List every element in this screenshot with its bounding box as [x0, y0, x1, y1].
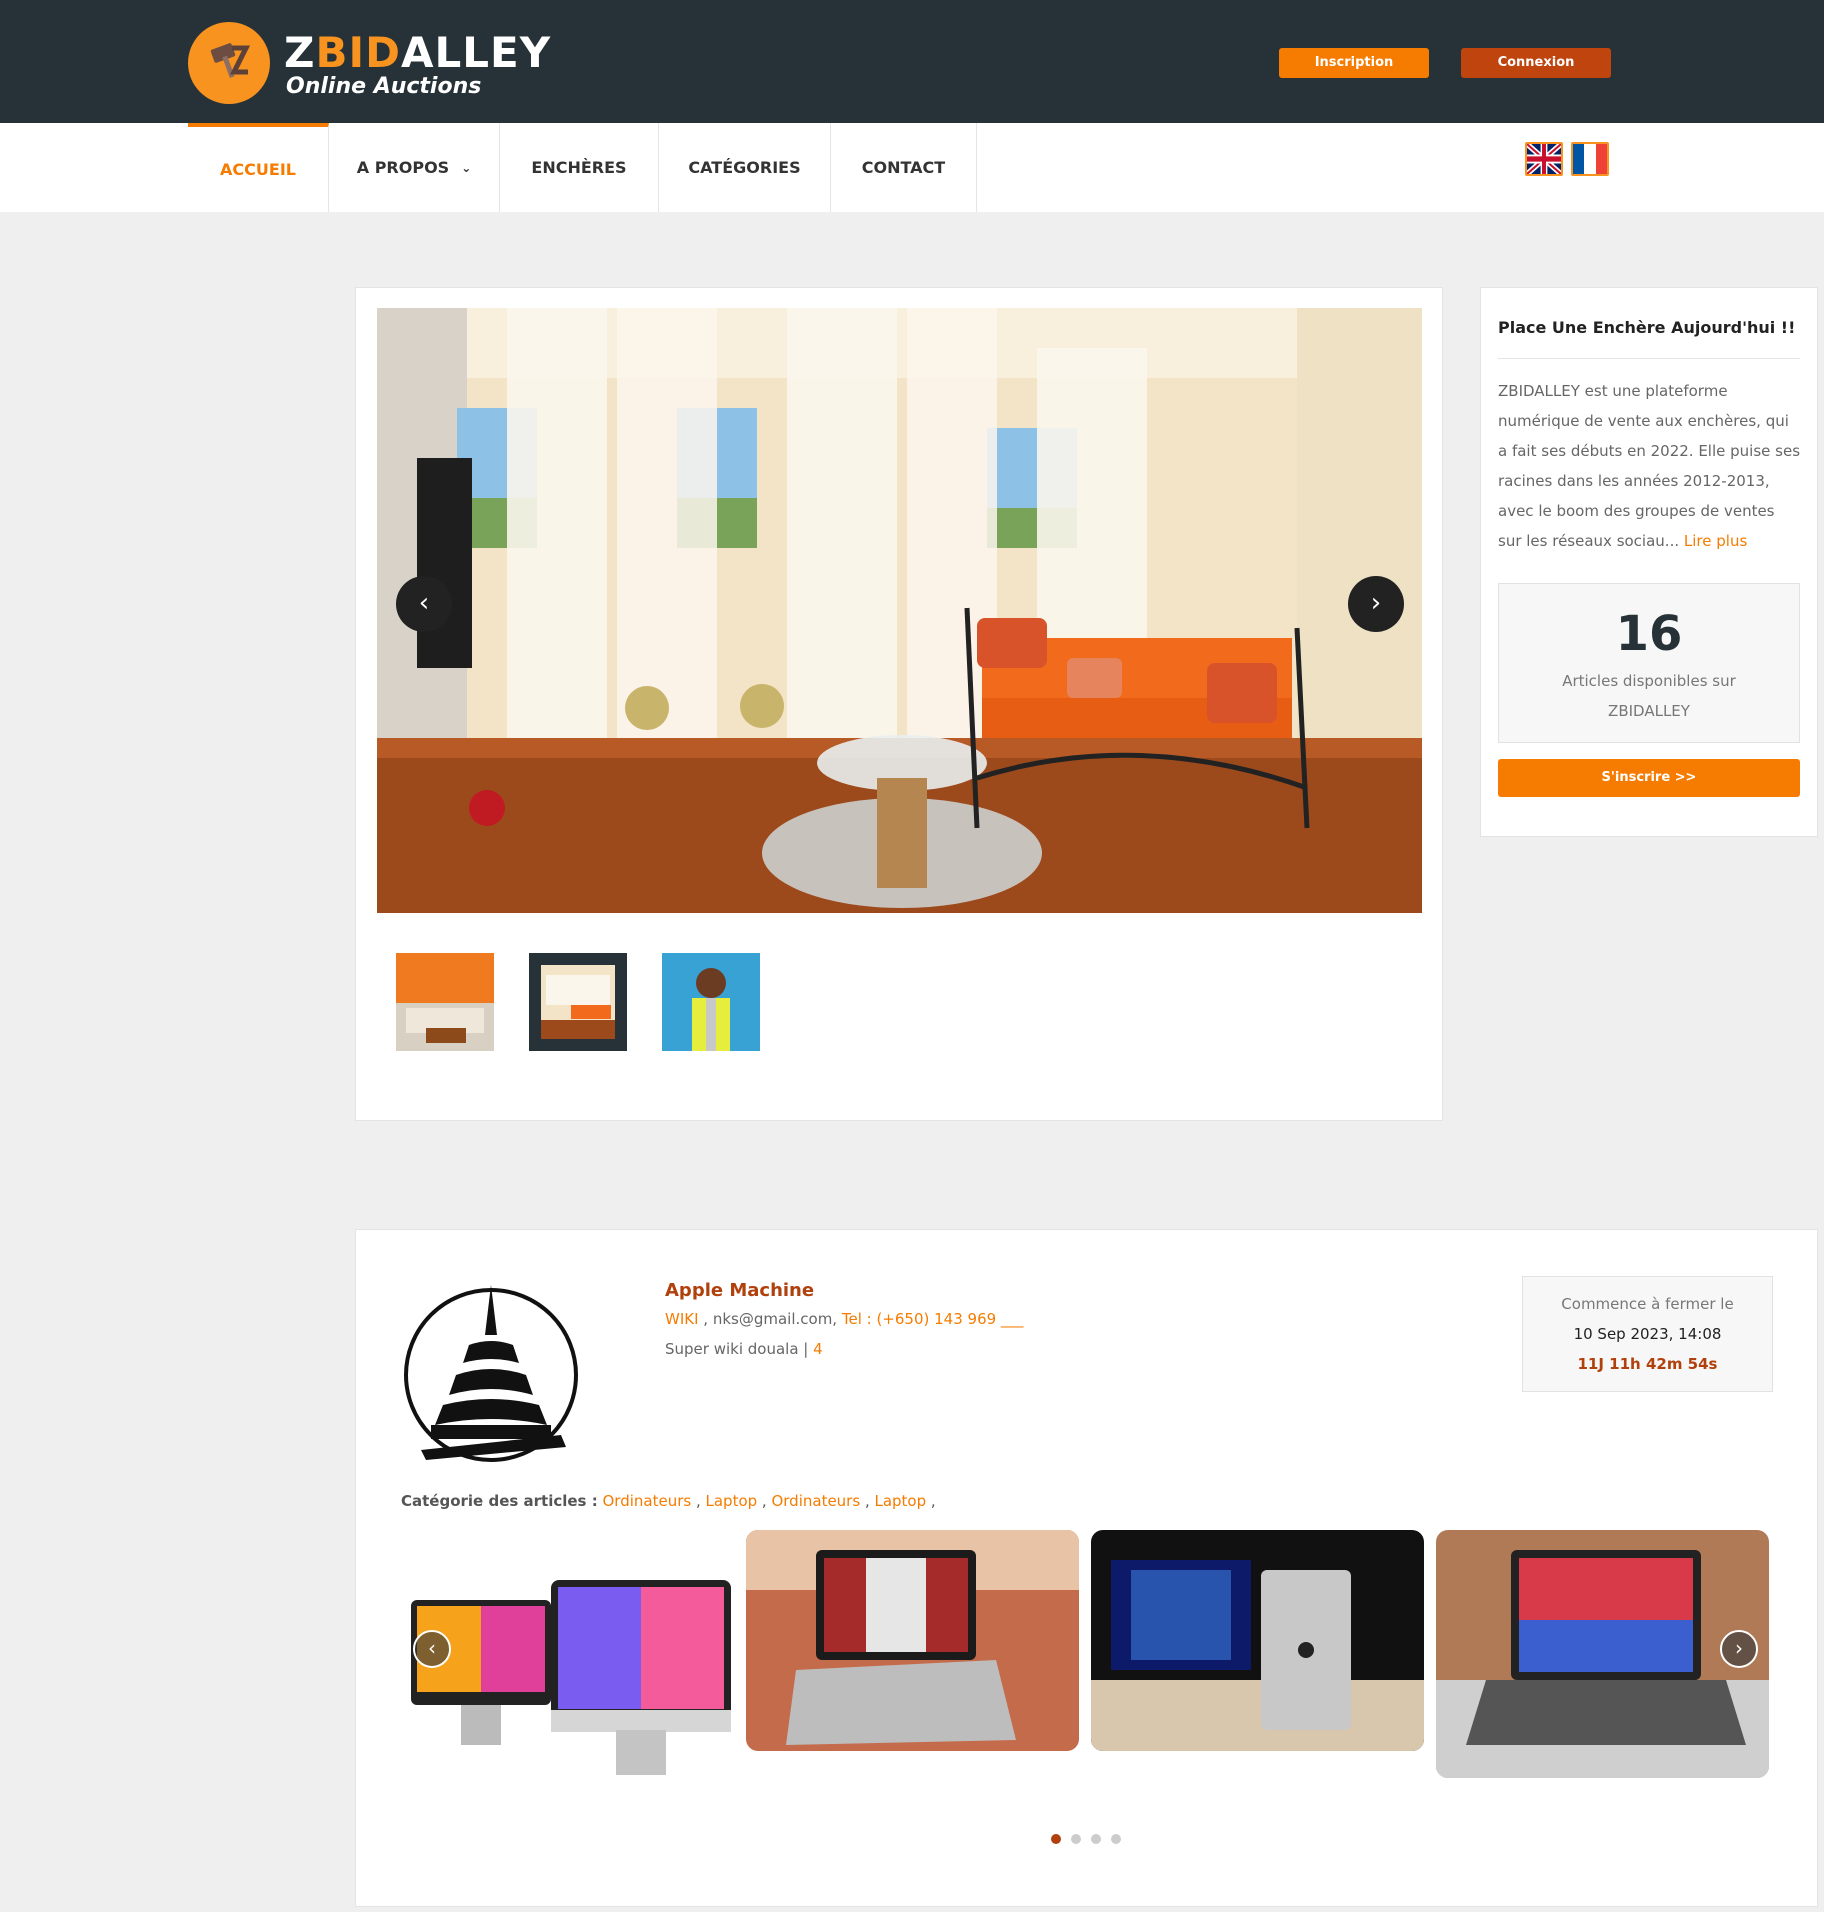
- seller-logo[interactable]: [401, 1275, 581, 1465]
- wiki-link[interactable]: WIKI: [665, 1310, 699, 1328]
- nav-item-encheres[interactable]: ENCHÈRES: [500, 123, 659, 212]
- articles-count-box: 16 Articles disponibles sur ZBIDALLEY: [1498, 583, 1800, 743]
- product-image[interactable]: [1091, 1530, 1424, 1751]
- connexion-button[interactable]: Connexion: [1461, 48, 1611, 78]
- logo-tagline: Online Auctions: [286, 74, 482, 99]
- carousel-dot[interactable]: [1091, 1834, 1101, 1844]
- sidebar-description: ZBIDALLEY est une plateforme numérique d…: [1498, 382, 1801, 550]
- seller-name[interactable]: Apple Machine: [665, 1280, 814, 1301]
- english-flag-icon[interactable]: [1525, 142, 1563, 176]
- chevron-right-icon[interactable]: ›: [1720, 1630, 1758, 1668]
- seller-phone: Tel : (+650) 143 969 ___: [841, 1310, 1024, 1328]
- nav-item-categories[interactable]: CATÉGORIES: [659, 123, 831, 212]
- categories-line: Catégorie des articles : Ordinateurs , L…: [401, 1492, 936, 1510]
- seller-location: Super wiki douala | 4: [665, 1340, 823, 1358]
- carousel-dot[interactable]: [1071, 1834, 1081, 1844]
- nav-item-accueil[interactable]: ACCUEIL: [188, 123, 329, 212]
- top-bar: ZBIDALLEY Online Auctions Inscription Co…: [0, 0, 1824, 123]
- categories-label: Catégorie des articles :: [401, 1492, 598, 1510]
- nav-label: CATÉGORIES: [688, 158, 801, 177]
- nav-label: ENCHÈRES: [531, 158, 627, 177]
- product-image[interactable]: [1436, 1530, 1769, 1778]
- sinscrire-button[interactable]: S'inscrire >>: [1498, 759, 1800, 797]
- gavel-icon: [210, 43, 250, 79]
- chevron-down-icon: ⌄: [461, 160, 472, 175]
- nav-label: ACCUEIL: [220, 160, 296, 179]
- read-more-link[interactable]: Lire plus: [1684, 532, 1747, 550]
- chevron-right-icon[interactable]: ›: [1348, 576, 1404, 632]
- articles-count: 16: [1615, 606, 1683, 662]
- hero-slider-card: ‹ ›: [355, 287, 1443, 1121]
- category-link[interactable]: Ordinateurs: [602, 1492, 691, 1510]
- seller-email: , nks@gmail.com,: [703, 1310, 838, 1328]
- inscription-button[interactable]: Inscription: [1279, 48, 1429, 78]
- nav-item-contact[interactable]: CONTACT: [831, 123, 977, 212]
- site-logo[interactable]: ZBIDALLEY Online Auctions: [188, 22, 588, 112]
- sidebar-title: Place Une Enchère Aujourd'hui !!: [1498, 318, 1796, 337]
- category-link[interactable]: Laptop: [874, 1492, 926, 1510]
- french-flag-icon[interactable]: [1571, 142, 1609, 176]
- closing-info-box: Commence à fermer le 10 Sep 2023, 14:08 …: [1522, 1276, 1773, 1392]
- category-link[interactable]: Laptop: [706, 1492, 758, 1510]
- chevron-left-icon[interactable]: ‹: [413, 1630, 451, 1668]
- closing-label: Commence à fermer le: [1561, 1295, 1734, 1313]
- countdown-timer: 11J 11h 42m 54s: [1577, 1355, 1718, 1373]
- product-image[interactable]: [746, 1530, 1079, 1751]
- seller-contact: WIKI , nks@gmail.com, Tel : (+650) 143 9…: [665, 1310, 1023, 1328]
- nav-item-a-propos[interactable]: A PROPOS ⌄: [329, 123, 500, 212]
- seller-rating: 4: [813, 1340, 823, 1358]
- slider-thumbnail[interactable]: [662, 953, 760, 1051]
- category-link[interactable]: Ordinateurs: [771, 1492, 860, 1510]
- articles-count-label: Articles disponibles sur ZBIDALLEY: [1562, 672, 1736, 720]
- sidebar-card: Place Une Enchère Aujourd'hui !! ZBIDALL…: [1480, 287, 1818, 837]
- hero-main-image: [377, 308, 1422, 913]
- carousel-dot[interactable]: [1111, 1834, 1121, 1844]
- auction-card: Apple Machine WIKI , nks@gmail.com, Tel …: [355, 1229, 1818, 1907]
- slider-thumbnail-selected[interactable]: [529, 953, 627, 1051]
- chevron-left-icon[interactable]: ‹: [396, 576, 452, 632]
- slider-thumbnail[interactable]: [396, 953, 494, 1051]
- nav-label: CONTACT: [861, 158, 946, 177]
- location-text: Super wiki douala |: [665, 1340, 809, 1358]
- nav-label: A PROPOS: [356, 158, 450, 177]
- closing-date: 10 Sep 2023, 14:08: [1573, 1325, 1722, 1343]
- carousel-dot[interactable]: [1051, 1834, 1061, 1844]
- divider: [1498, 358, 1800, 359]
- logo-wordmark: ZBIDALLEY: [284, 28, 552, 77]
- logo-circle: [188, 22, 270, 104]
- product-image[interactable]: [401, 1530, 731, 1790]
